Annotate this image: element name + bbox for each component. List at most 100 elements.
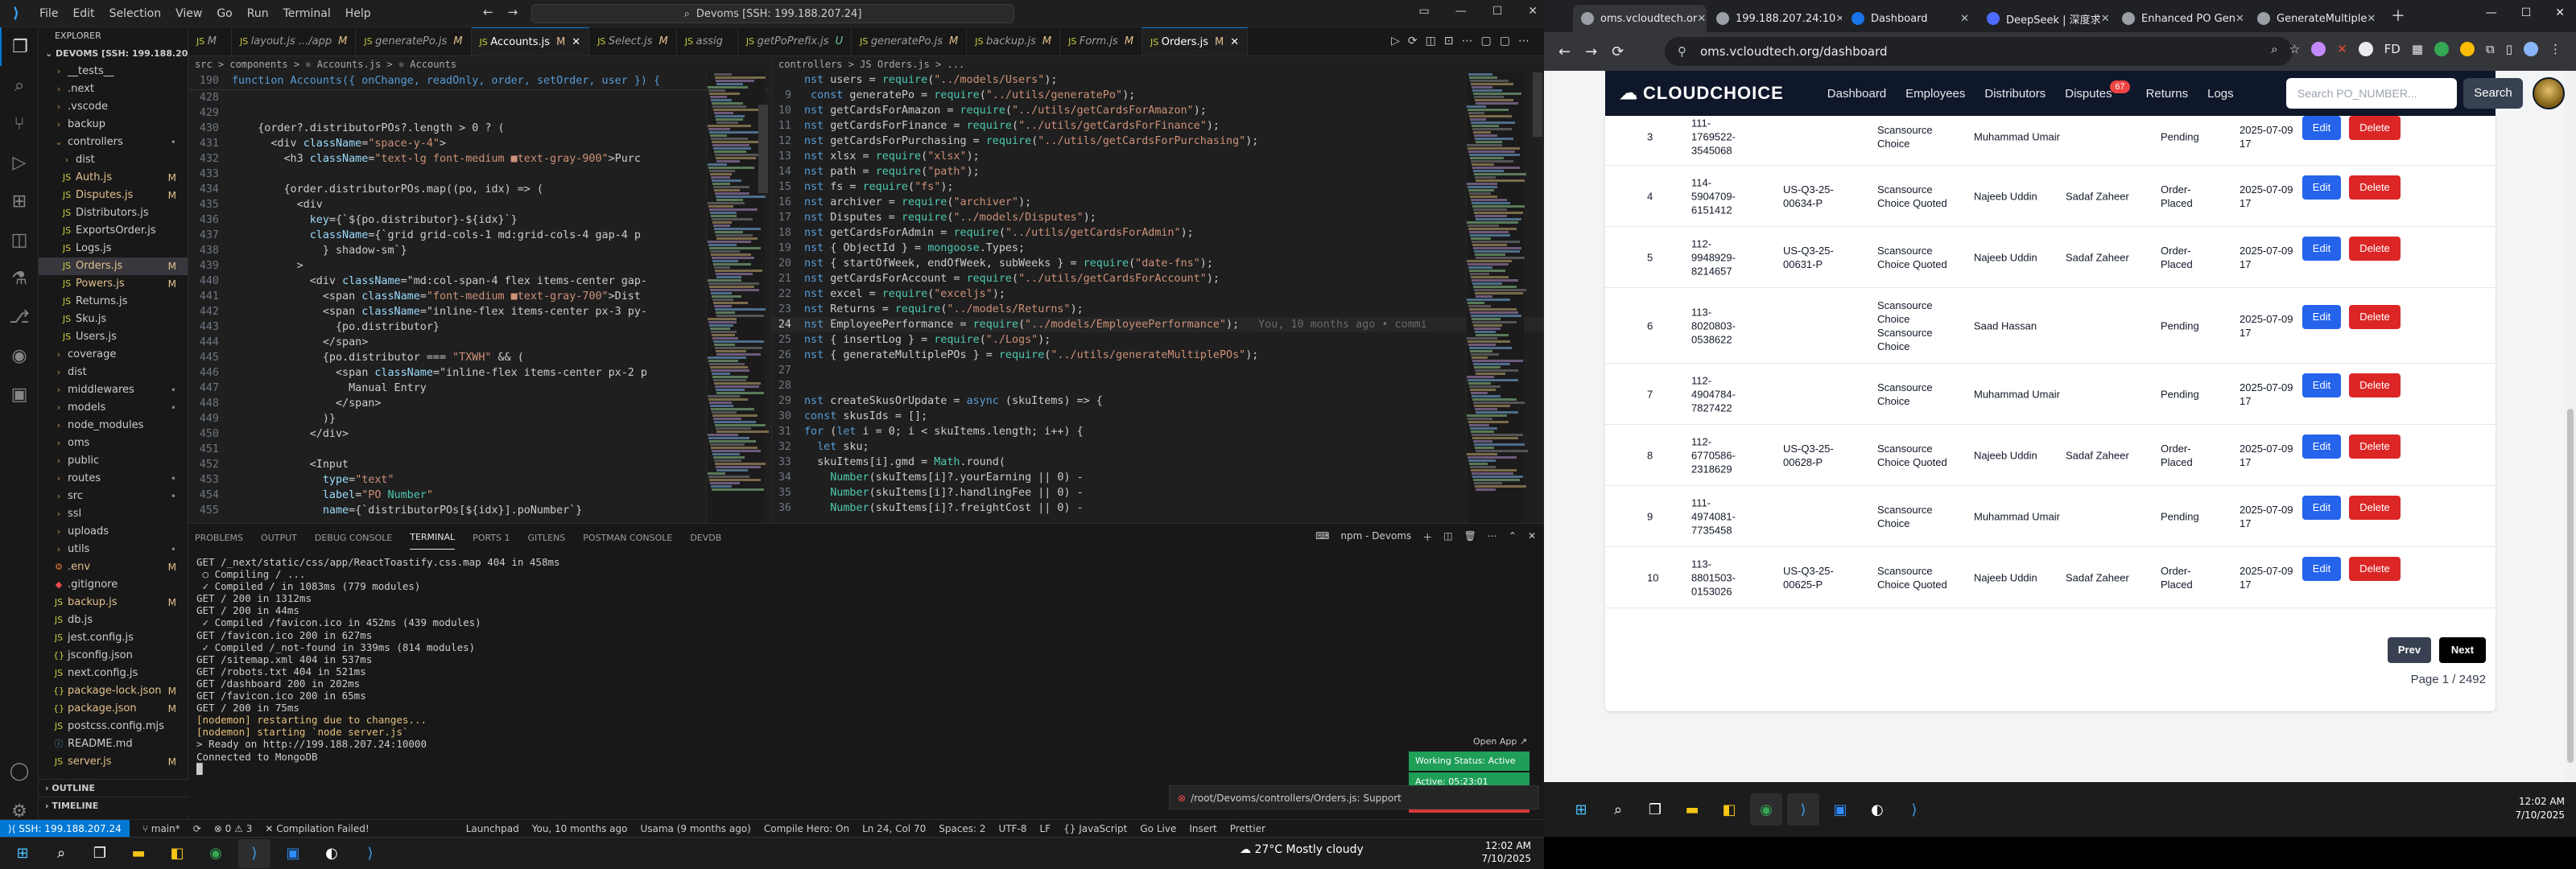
code-line[interactable]: 33 skuItems[i].gmd = Math.round( bbox=[772, 455, 1544, 470]
indentation-item[interactable]: Spaces: 2 bbox=[939, 823, 985, 834]
code-line[interactable]: 439 > bbox=[188, 258, 770, 274]
file-tree-item[interactable]: › .vscode bbox=[39, 98, 188, 116]
file-tree-item[interactable]: {} package-lock.json M bbox=[39, 682, 188, 700]
git-blame-item[interactable]: You, 10 months ago bbox=[532, 823, 628, 834]
code-line[interactable]: 32 let sku; bbox=[772, 439, 1544, 455]
chrome-icon[interactable]: ◉ bbox=[200, 839, 232, 868]
layout-icon[interactable]: ▭ bbox=[1418, 5, 1429, 18]
back-icon[interactable]: ← bbox=[1558, 43, 1571, 60]
file-tree-item[interactable]: JS next.config.js bbox=[39, 665, 188, 682]
file-explorer-icon[interactable]: ▬ bbox=[1676, 793, 1708, 826]
file-tree-item[interactable]: {} package.json M bbox=[39, 700, 188, 718]
sync-icon[interactable]: ⟳ bbox=[193, 823, 201, 834]
code-line[interactable]: nst users = require("../models/Users"); bbox=[772, 72, 1544, 88]
outline-section[interactable]: › OUTLINE bbox=[39, 779, 188, 797]
prettier-item[interactable]: Prettier bbox=[1230, 823, 1265, 834]
file-tree-item[interactable]: › models • bbox=[39, 399, 188, 417]
zoom-icon[interactable]: ⌕ bbox=[2271, 42, 2277, 56]
close-tab-icon[interactable]: ✕ bbox=[1835, 13, 1842, 25]
code-line[interactable]: 21 nst getCardsForAccount = require("../u… bbox=[772, 271, 1544, 286]
file-tree-item[interactable]: › node_modules bbox=[39, 417, 188, 434]
delete-button[interactable]: Delete bbox=[2349, 175, 2401, 200]
delete-button[interactable]: Delete bbox=[2349, 373, 2401, 397]
editor-tab[interactable]: JS Form.js M bbox=[1060, 27, 1143, 56]
close-tab-icon[interactable]: ✕ bbox=[2367, 13, 2376, 25]
code-line[interactable]: 429 bbox=[188, 105, 770, 121]
file-tree-item[interactable]: ⚙ .env M bbox=[39, 558, 188, 576]
gitlens-icon[interactable]: ⎇ bbox=[0, 298, 39, 336]
file-tree-item[interactable]: JS Powers.js M bbox=[39, 275, 188, 293]
editor-tab[interactable]: JS assig bbox=[677, 27, 738, 56]
delete-button[interactable]: Delete bbox=[2349, 116, 2401, 140]
extension-icon[interactable]: ▦ bbox=[2412, 42, 2423, 56]
code-line[interactable]: 36 Number(skuItems[i]?.freightCost || 0)… bbox=[772, 500, 1544, 516]
code-line[interactable]: 438 } shadow-sm`} bbox=[188, 243, 770, 258]
editor-tab[interactable]: JS layout.js .../app M bbox=[232, 27, 357, 56]
code-line[interactable]: 450 </div> bbox=[188, 426, 770, 442]
cursor-position[interactable]: Ln 24, Col 70 bbox=[862, 823, 926, 834]
search-button[interactable]: Search bbox=[2463, 78, 2523, 109]
extension-icon[interactable] bbox=[2358, 42, 2373, 56]
code-line[interactable]: 23 nst Returns = require("../models/Retur… bbox=[772, 302, 1544, 317]
close-tab-icon[interactable]: ✕ bbox=[572, 36, 580, 48]
breadcrumb[interactable]: controllers > JS Orders.js > ... bbox=[772, 56, 1544, 72]
code-line[interactable]: 34 Number(skuItems[i]?.yourEarning || 0)… bbox=[772, 470, 1544, 485]
file-tree-item[interactable]: JS backup.js M bbox=[39, 594, 188, 612]
terminal-output[interactable]: GET /_next/static/css/app/ReactToastify.… bbox=[196, 556, 1404, 822]
minimap[interactable] bbox=[1466, 72, 1528, 523]
minimize-icon[interactable]: — bbox=[1455, 5, 1467, 18]
browser-tab[interactable]: 199.188.207.24:10 ✕ bbox=[1708, 5, 1842, 32]
code-line[interactable]: 443 {po.distributor} bbox=[188, 319, 770, 335]
problems-indicator[interactable]: ⊗ 0 ⚠ 3 bbox=[214, 823, 253, 834]
file-tree-item[interactable]: JS server.js M bbox=[39, 753, 188, 771]
task-view-icon[interactable]: ❐ bbox=[84, 839, 116, 868]
panel-tab-ports-1[interactable]: PORTS 1 bbox=[473, 526, 510, 550]
bookmark-star-icon[interactable]: ☆ bbox=[2289, 42, 2300, 56]
reload-icon[interactable]: ⟳ bbox=[1612, 43, 1624, 60]
code-line[interactable]: 435 <div bbox=[188, 197, 770, 212]
remote-explorer-icon[interactable]: ◫ bbox=[0, 220, 39, 259]
menu-item-file[interactable]: File bbox=[32, 7, 65, 20]
code-line[interactable]: 17 nst Disputes = require("../models/Disp… bbox=[772, 210, 1544, 225]
code-line[interactable]: 437 className={`grid grid-cols-1 md:grid… bbox=[188, 228, 770, 243]
code-line[interactable]: 25 nst { insertLog } = require("./Logs"); bbox=[772, 332, 1544, 348]
code-line[interactable]: 15 nst fs = require("fs"); bbox=[772, 179, 1544, 195]
app-icon[interactable]: ◐ bbox=[1861, 793, 1893, 826]
code-line[interactable]: 12 nst getCardsForPurchasing = require(".… bbox=[772, 134, 1544, 149]
editor-tab[interactable]: JS Accounts.js M ✕ bbox=[471, 27, 590, 56]
new-tab-icon[interactable]: ＋ bbox=[2391, 5, 2405, 26]
go-live-button[interactable]: Go Live bbox=[1140, 823, 1176, 834]
close-tab-icon[interactable]: ✕ bbox=[1960, 13, 1969, 25]
menu-item-edit[interactable]: Edit bbox=[65, 7, 101, 20]
extension-icon[interactable] bbox=[2460, 42, 2475, 56]
remote-indicator[interactable]: ⟩⟨ SSH: 199.188.207.24 bbox=[0, 819, 130, 838]
zoom-icon[interactable]: ▣ bbox=[1824, 793, 1856, 826]
extension-icon[interactable] bbox=[2434, 42, 2450, 56]
code-line[interactable]: 455 name={`distributorPOs[${idx}].poNumb… bbox=[188, 503, 770, 518]
file-tree-item[interactable]: ⌄ controllers • bbox=[39, 134, 188, 151]
menu-item-help[interactable]: Help bbox=[338, 7, 378, 20]
nav-link-employees[interactable]: Employees bbox=[1905, 87, 1965, 101]
code-line[interactable]: 35 Number(skuItems[i]?.handlingFee || 0)… bbox=[772, 485, 1544, 500]
task-view-icon[interactable]: ❐ bbox=[1639, 793, 1671, 826]
code-line[interactable]: 18 nst getCardsForAdmin = require("../uti… bbox=[772, 225, 1544, 241]
file-tree-item[interactable]: › public bbox=[39, 452, 188, 470]
split-terminal-icon[interactable]: ◫ bbox=[1443, 530, 1452, 544]
docker-icon[interactable]: ▣ bbox=[0, 375, 39, 414]
search-icon[interactable]: ⌕ bbox=[0, 66, 39, 105]
browser-tab[interactable]: DeepSeek | 深度求 ✕ bbox=[1979, 5, 2112, 32]
panel-tab-terminal[interactable]: TERMINAL bbox=[410, 525, 456, 550]
windows-start-icon[interactable]: ⊞ bbox=[6, 839, 39, 868]
browser-tab[interactable]: GenerateMultiple ✕ bbox=[2249, 5, 2383, 32]
extension-icon[interactable] bbox=[2311, 42, 2326, 56]
nav-link-distributors[interactable]: Distributors bbox=[1984, 87, 2046, 101]
code-line[interactable]: 432 <h3 className="text-lg font-medium ■… bbox=[188, 151, 770, 167]
delete-button[interactable]: Delete bbox=[2349, 557, 2401, 581]
code-line[interactable]: 27 bbox=[772, 363, 1544, 378]
store-icon[interactable]: ◧ bbox=[1713, 793, 1745, 826]
code-line[interactable]: 19 nst { ObjectId } = mongoose.Types; bbox=[772, 241, 1544, 256]
explorer-icon[interactable]: ❐ bbox=[0, 27, 39, 66]
brand-logo[interactable]: ☁ CLOUDCHOICE bbox=[1620, 83, 1784, 104]
editor-tab[interactable]: JS generatePo.js M bbox=[852, 27, 968, 56]
notification-toast[interactable]: ⊗ /root/Devoms/controllers/Orders.js: Sup… bbox=[1169, 785, 1539, 809]
